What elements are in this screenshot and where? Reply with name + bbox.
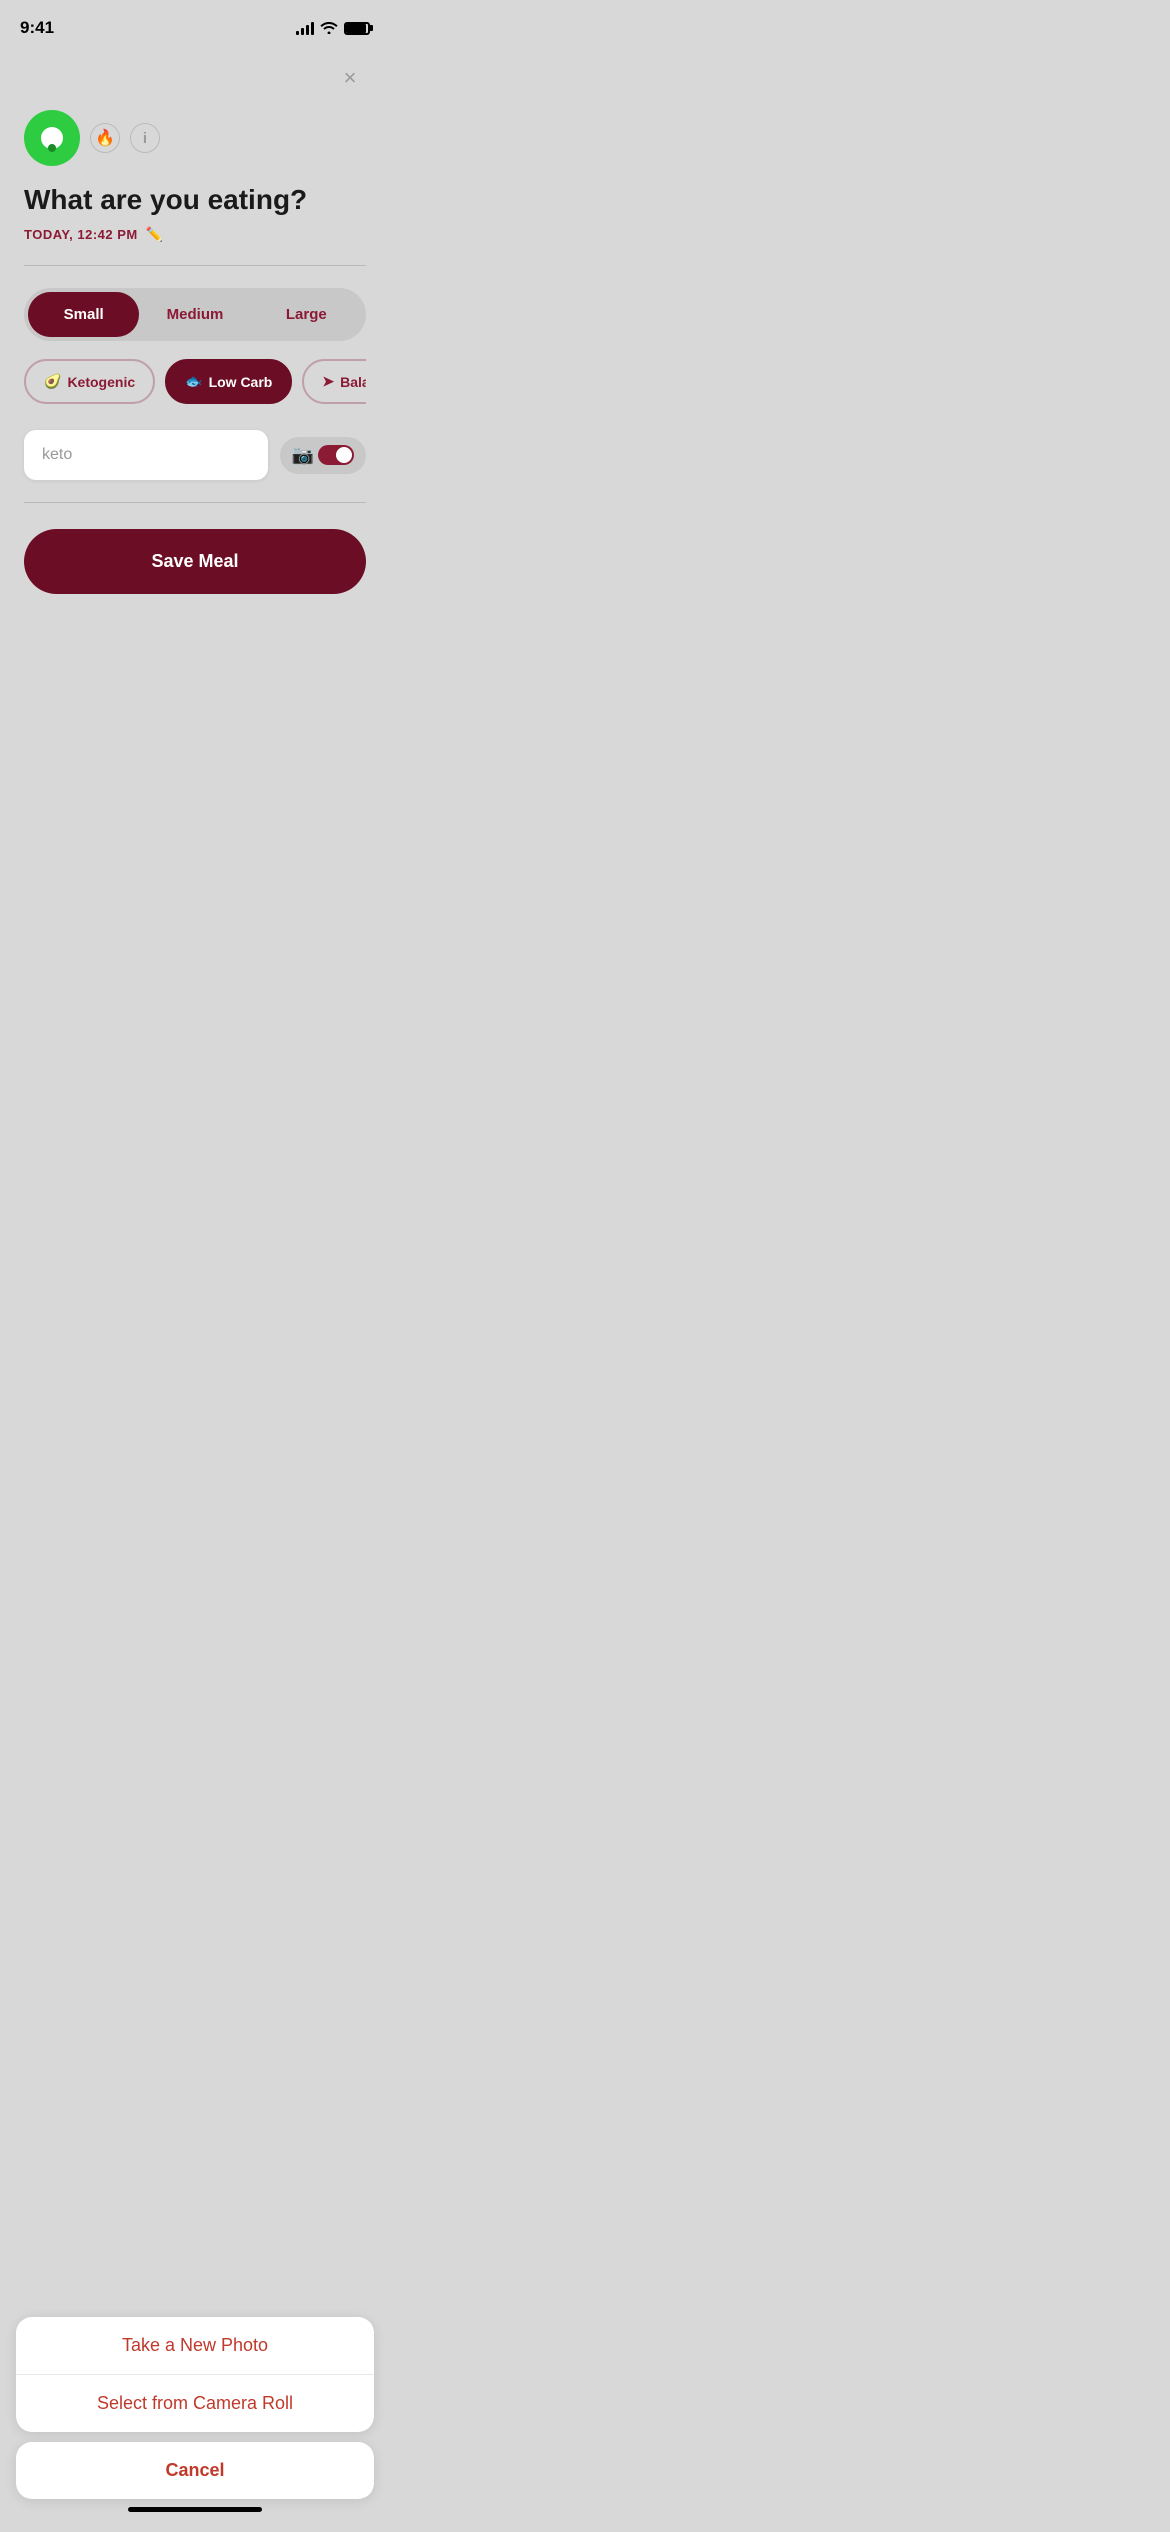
lowcarb-icon: 🐟: [185, 373, 202, 390]
diet-btn-lowcarb[interactable]: 🐟 Low Carb: [165, 359, 292, 404]
home-indicator: [128, 2507, 262, 2512]
diet-btn-balanced[interactable]: ➤ Balanced: [302, 359, 366, 404]
size-btn-medium[interactable]: Medium: [139, 292, 250, 337]
search-input[interactable]: [24, 430, 268, 480]
lowcarb-label: Low Carb: [209, 374, 273, 390]
status-icons: [296, 20, 370, 37]
close-button[interactable]: ×: [332, 60, 368, 96]
search-row: 📷: [24, 430, 366, 480]
flame-icon: 🔥: [95, 128, 115, 148]
date-row: TODAY, 12:42 PM ✏️: [24, 226, 366, 243]
edit-icon[interactable]: ✏️: [146, 226, 163, 243]
size-btn-large[interactable]: Large: [251, 292, 362, 337]
size-btn-small[interactable]: Small: [28, 292, 139, 337]
camera-roll-button[interactable]: Select from Camera Roll: [16, 2375, 374, 2432]
cancel-button[interactable]: Cancel: [16, 2442, 374, 2499]
info-icon: i: [143, 130, 147, 147]
toggle-thumb: [336, 447, 352, 463]
take-photo-button[interactable]: Take a New Photo: [16, 2317, 374, 2375]
camera-toggle-pill: [318, 445, 354, 465]
diet-btn-ketogenic[interactable]: 🥑 Ketogenic: [24, 359, 155, 404]
main-content: 🔥 i What are you eating? TODAY, 12:42 PM…: [0, 110, 390, 624]
app-logo: [24, 110, 80, 166]
divider-top: [24, 265, 366, 266]
action-sheet: Take a New Photo Select from Camera Roll…: [0, 2317, 390, 2532]
logo-inner: [41, 127, 63, 149]
diet-selector: 🥑 Ketogenic 🐟 Low Carb ➤ Balanced: [24, 359, 366, 408]
action-sheet-cancel-group: Cancel: [16, 2442, 374, 2499]
date-label: TODAY, 12:42 PM: [24, 227, 138, 242]
camera-icon: 📷: [292, 445, 314, 466]
status-time: 9:41: [20, 18, 54, 38]
save-meal-button[interactable]: Save Meal: [24, 529, 366, 594]
logo-row: 🔥 i: [24, 110, 366, 166]
ketogenic-icon: 🥑: [44, 373, 61, 390]
divider-bottom: [24, 502, 366, 503]
camera-toggle[interactable]: 📷: [280, 437, 366, 474]
wifi-icon: [320, 20, 338, 37]
size-selector: Small Medium Large: [24, 288, 366, 341]
ketogenic-label: Ketogenic: [67, 374, 135, 390]
balanced-icon: ➤: [322, 373, 334, 390]
page-title: What are you eating?: [24, 184, 366, 216]
action-sheet-options: Take a New Photo Select from Camera Roll: [16, 2317, 374, 2432]
status-bar: 9:41: [0, 0, 390, 50]
signal-icon: [296, 21, 314, 35]
flame-badge: 🔥: [90, 123, 120, 153]
balanced-label: Balanced: [340, 374, 366, 390]
info-badge: i: [130, 123, 160, 153]
battery-icon: [344, 22, 370, 35]
